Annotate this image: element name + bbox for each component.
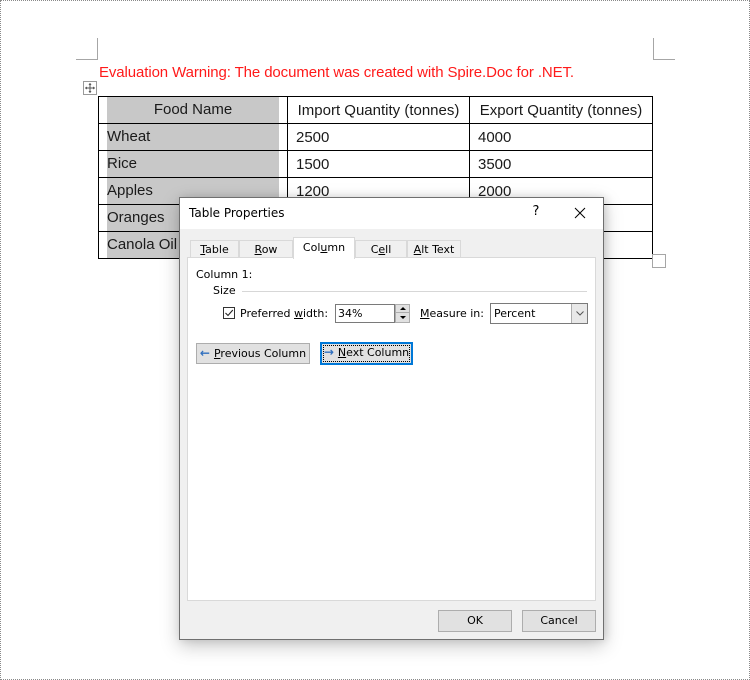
table-properties-dialog: Table Properties ? Table Row Column Cell… [179, 197, 604, 640]
tab-alt-text[interactable]: Alt Text [407, 240, 461, 258]
size-group-label: Size [213, 284, 236, 297]
table-cell[interactable]: 4000 [469, 123, 653, 151]
header-cell[interactable]: Import Quantity (tonnes) [287, 96, 470, 124]
dialog-title: Table Properties [189, 206, 285, 220]
spin-up-button[interactable] [396, 305, 409, 313]
dropdown-button[interactable] [571, 304, 587, 323]
width-spinner [395, 304, 410, 323]
previous-column-button[interactable]: ← Previous Column [196, 343, 310, 364]
margin-corner-top-left [76, 38, 98, 60]
arrow-left-icon: ← [199, 346, 210, 360]
column-number-label: Column 1: [196, 268, 253, 281]
table-cell[interactable]: 3500 [469, 150, 653, 178]
chevron-down-icon [575, 311, 584, 316]
tab-column[interactable]: Column [293, 237, 355, 259]
help-button[interactable]: ? [528, 204, 544, 222]
table-cell[interactable]: 2500 [287, 123, 470, 151]
tab-row[interactable]: Row [239, 240, 293, 258]
preferred-width-label: Preferred width: [240, 307, 329, 320]
focus-indicator [323, 345, 410, 362]
table-cell[interactable]: Rice [98, 150, 288, 178]
cancel-button[interactable]: Cancel [522, 610, 596, 632]
next-column-button[interactable]: → Next Column [320, 342, 413, 365]
tab-table[interactable]: Table [190, 240, 239, 258]
preferred-width-checkbox[interactable] [223, 307, 235, 319]
close-button[interactable] [570, 203, 590, 223]
table-row: Wheat 2500 4000 [98, 123, 653, 151]
table-header-row: Food Name Import Quantity (tonnes) Expor… [98, 96, 653, 124]
spin-down-button[interactable] [396, 314, 409, 322]
size-group-divider [242, 291, 587, 292]
tab-cell[interactable]: Cell [355, 240, 407, 258]
column-tab-panel: Column 1: Size Preferred width: 34% Meas… [187, 257, 596, 601]
table-move-handle[interactable] [83, 81, 97, 95]
table-row: Rice 1500 3500 [98, 150, 653, 178]
header-cell[interactable]: Food Name [98, 96, 288, 124]
table-cell[interactable]: 1500 [287, 150, 470, 178]
dialog-title-bar[interactable]: Table Properties ? [180, 198, 603, 229]
table-cell[interactable]: Wheat [98, 123, 288, 151]
header-cell[interactable]: Export Quantity (tonnes) [469, 96, 653, 124]
margin-corner-top-right [653, 38, 675, 60]
arrow-down-icon [400, 316, 406, 319]
arrow-up-icon [400, 307, 406, 310]
move-icon [85, 83, 95, 93]
measure-in-label: Measure in: [420, 307, 484, 320]
measure-in-select[interactable]: Percent [490, 303, 588, 324]
preferred-width-input[interactable]: 34% [335, 304, 395, 323]
close-icon [574, 207, 586, 219]
table-resize-handle[interactable] [652, 254, 666, 268]
checkmark-icon [225, 309, 234, 317]
ok-button[interactable]: OK [438, 610, 512, 632]
evaluation-warning: Evaluation Warning: The document was cre… [99, 64, 574, 81]
